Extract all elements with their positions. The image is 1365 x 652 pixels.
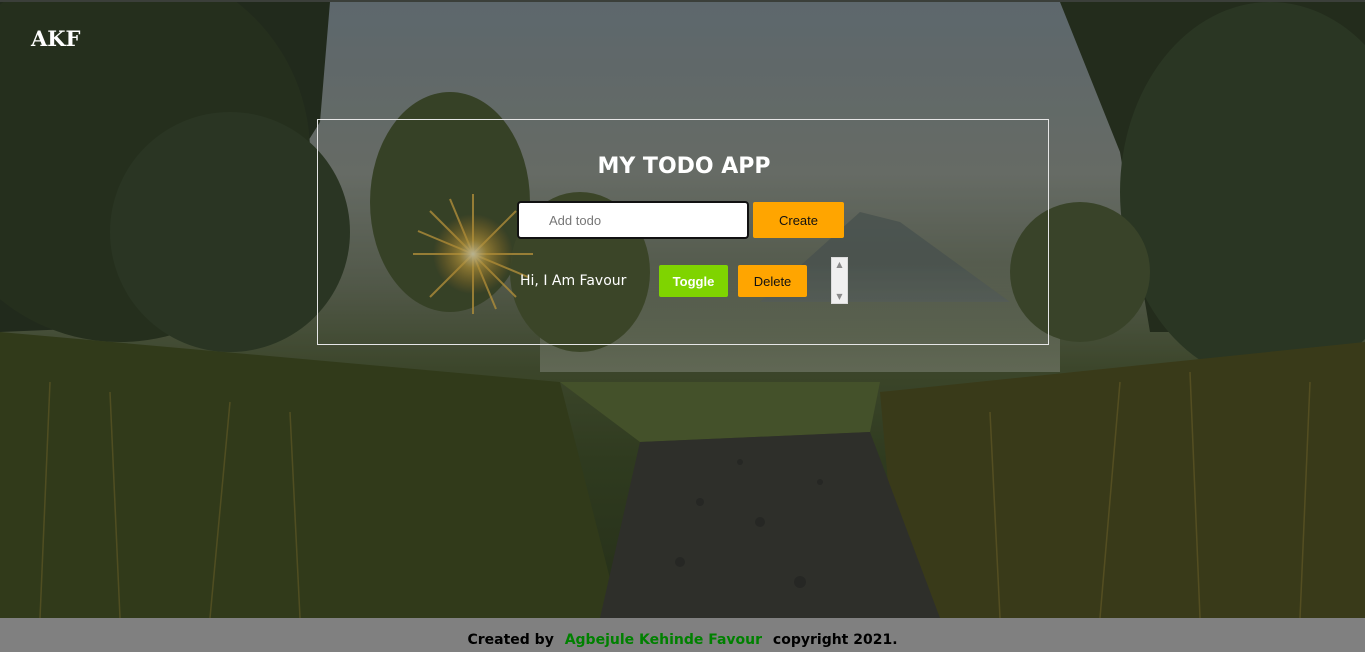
toggle-button[interactable]: Toggle — [659, 265, 728, 297]
footer: Created by Agbejule Kehinde Favour copyr… — [0, 618, 1365, 652]
footer-author: Agbejule Kehinde Favour — [564, 632, 763, 648]
delete-button[interactable]: Delete — [738, 265, 807, 297]
todo-input[interactable] — [517, 201, 749, 239]
todo-container: MY TODO APP Create Hi, I Am Favour Toggl… — [317, 119, 1049, 345]
page-title: MY TODO APP — [597, 154, 771, 179]
todo-list-scrollbar[interactable]: ▲ ▼ — [831, 257, 848, 304]
todo-item-text: Hi, I Am Favour — [520, 273, 627, 289]
footer-prefix: Created by — [467, 632, 554, 648]
scroll-down-arrow-icon[interactable]: ▼ — [832, 292, 847, 301]
logo[interactable]: AKF — [31, 26, 80, 51]
scroll-up-arrow-icon[interactable]: ▲ — [832, 260, 847, 269]
footer-copyright: copyright 2021. — [772, 632, 898, 648]
create-button[interactable]: Create — [753, 202, 844, 238]
